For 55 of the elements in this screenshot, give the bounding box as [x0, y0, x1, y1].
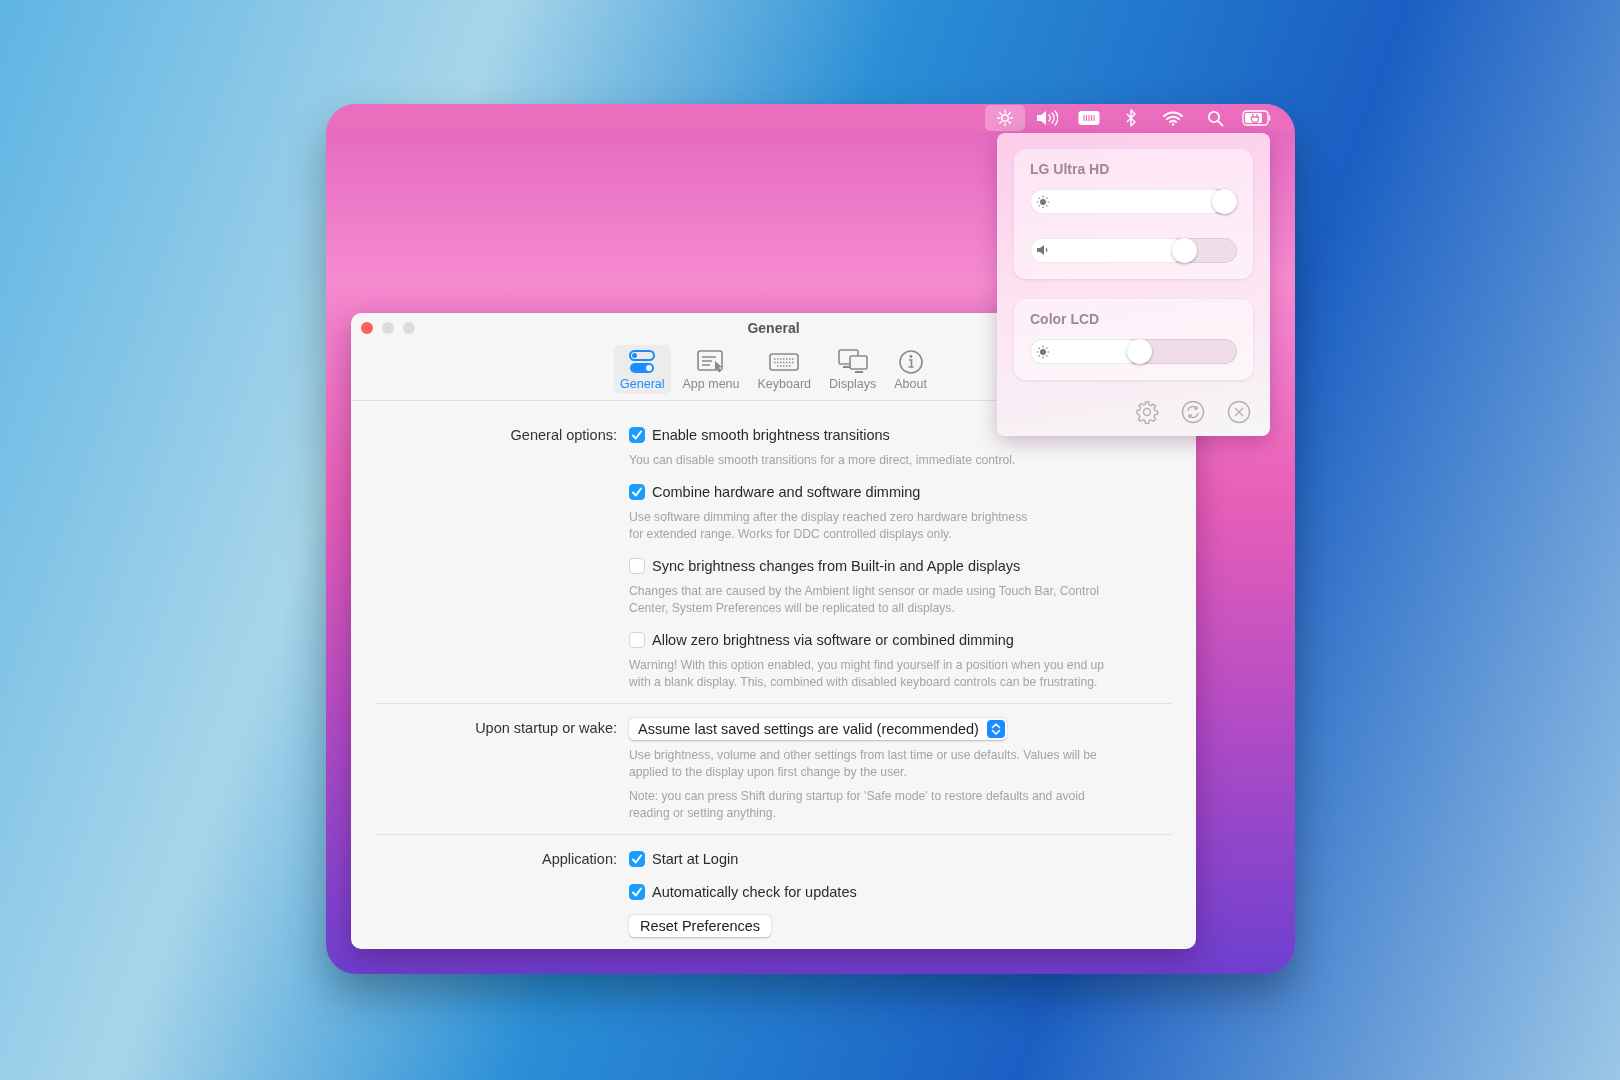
help-text: Use software dimming after the display reached zero hardware brightness for extended range. Works for DDC controlled displays only. — [629, 509, 1029, 543]
display-name: Color LCD — [1030, 311, 1101, 327]
help-text: Note: you can press Shift during startup for 'Safe mode' to restore defaults and avoid reading or setting anything. — [629, 788, 1086, 822]
toggles-icon — [627, 349, 658, 375]
help-text: You can disable smooth transitions for a more direct, immediate control. — [629, 452, 1017, 469]
checkbox[interactable] — [629, 632, 645, 648]
window-title: General — [747, 320, 800, 336]
checkbox-label: Allow zero brightness via software or combined dimming — [652, 632, 1014, 648]
brightness-menu-button[interactable] — [985, 105, 1025, 131]
sun-icon — [1036, 345, 1050, 359]
close-window-button[interactable] — [361, 322, 373, 334]
sun-icon — [1036, 195, 1050, 209]
checkbox-label: Start at Login — [652, 851, 739, 867]
window-cursor-icon — [696, 349, 726, 375]
monitors-icon — [837, 349, 868, 375]
checkbox-label: Automatically check for updates — [652, 884, 857, 900]
display-name: LG Ultra HD — [1030, 161, 1111, 177]
slider-track[interactable] — [1030, 238, 1237, 263]
minimize-window-button[interactable] — [382, 322, 394, 334]
search-icon — [1206, 109, 1224, 127]
refresh-icon[interactable] — [1181, 400, 1205, 424]
section-label: General options: — [509, 426, 617, 445]
section-label: Application: — [541, 850, 617, 869]
checkbox[interactable] — [629, 484, 645, 500]
settings-icon[interactable] — [1135, 400, 1159, 424]
checkbox[interactable] — [629, 884, 645, 900]
zoom-window-button[interactable] — [403, 322, 415, 334]
toolbar-tab[interactable]: About — [888, 345, 933, 394]
toolbar-tab[interactable]: Keyboard — [751, 345, 818, 394]
meter-icon — [1078, 110, 1100, 126]
checkbox-label: Sync brightness changes from Built-in and Apple displays — [652, 558, 1021, 574]
speaker-icon — [1036, 110, 1058, 126]
sun-icon — [996, 109, 1014, 127]
checkbox-label: Combine hardware and software dimming — [652, 484, 921, 500]
slider-thumb[interactable] — [1172, 238, 1198, 263]
checkbox[interactable] — [629, 427, 645, 443]
bluetooth-icon — [1125, 109, 1137, 127]
toolbar-tab[interactable]: Displays — [823, 345, 883, 394]
help-text: Warning! With this option enabled, you might find yourself in a position when you end up with a blank display. This, combined with disabled keyboard controls can be frustrating. — [629, 657, 1106, 691]
toolbar-tab[interactable]: App menu — [676, 345, 746, 394]
wifi-icon — [1162, 110, 1184, 126]
close-icon[interactable] — [1227, 400, 1251, 424]
toolbar-tab[interactable]: General — [614, 345, 671, 394]
stepper-icon — [986, 720, 1005, 738]
popup-button[interactable]: Assume last saved settings are valid (recommended) — [629, 718, 1007, 740]
help-text: Use brightness, volume and other settings from last time or use defaults. Values will be applied to the display upon first change by the user. — [629, 747, 1098, 781]
reset-button[interactable]: Reset Preferences — [629, 915, 772, 937]
section-label: Upon startup or wake: — [474, 719, 617, 738]
battery-icon — [1242, 110, 1272, 126]
checkbox-label: Enable smooth brightness transitions — [652, 427, 890, 443]
slider-track[interactable] — [1030, 339, 1237, 364]
checkbox[interactable] — [629, 851, 645, 867]
checkbox[interactable] — [629, 558, 645, 574]
help-text: Changes that are caused by the Ambient light sensor or made using Touch Bar, Control Center, System Preferences will be replicated to all displays. — [629, 583, 1100, 617]
speaker-icon — [1036, 244, 1050, 256]
